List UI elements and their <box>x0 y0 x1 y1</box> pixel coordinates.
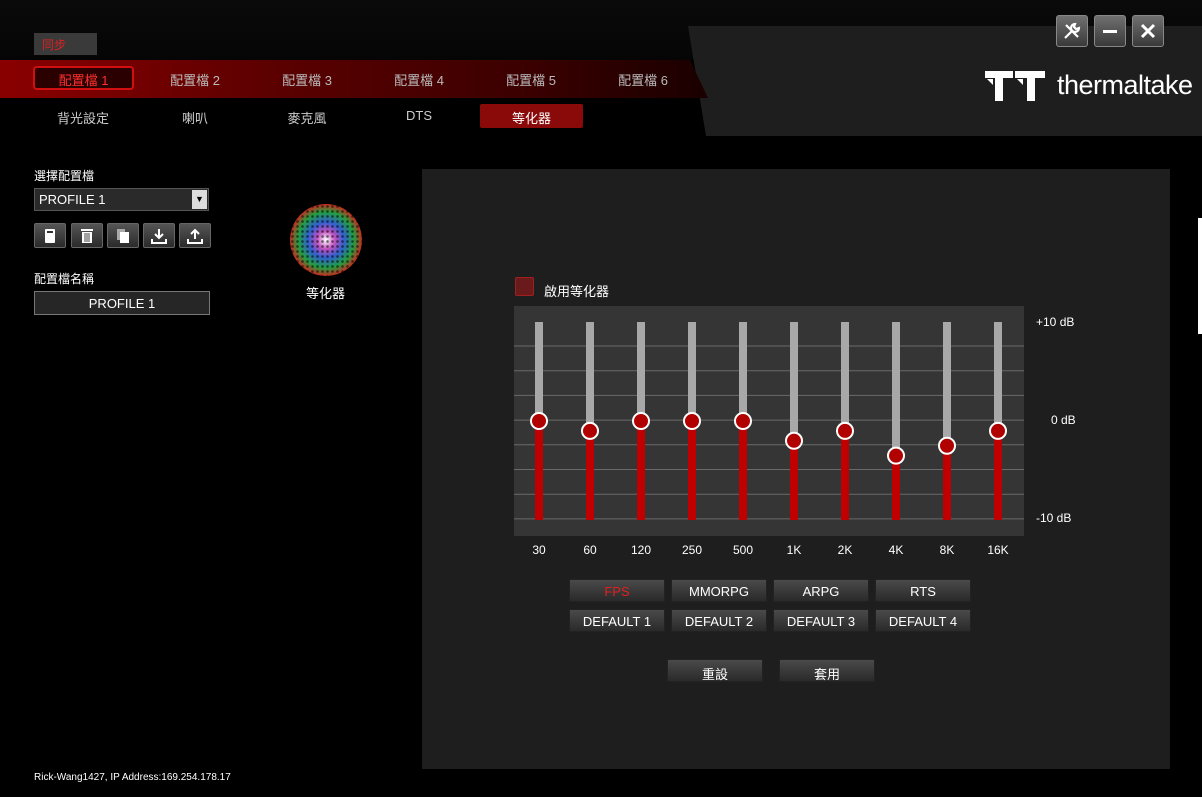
preset-arpg-button[interactable]: ARPG <box>773 579 869 602</box>
preset-default-4-button[interactable]: DEFAULT 4 <box>875 609 971 632</box>
eq-slider-fill <box>943 445 951 520</box>
tab-dts[interactable]: DTS <box>369 104 469 128</box>
enable-equalizer-checkbox[interactable] <box>515 277 534 296</box>
eq-slider-fill <box>841 430 849 520</box>
enable-equalizer-label: 啟用等化器 <box>544 284 610 299</box>
tab-profile-3[interactable]: 配置檔 3 <box>257 66 357 90</box>
eq-slider-knob-8k[interactable] <box>938 436 956 455</box>
tab-microphone[interactable]: 麥克風 <box>257 104 357 128</box>
tt-logo-icon <box>985 70 1047 101</box>
import-icon[interactable] <box>143 223 175 248</box>
close-icon[interactable] <box>1132 15 1164 47</box>
brand-logo: thermaltake <box>985 70 1193 101</box>
tab-lighting[interactable]: 背光設定 <box>33 104 133 128</box>
apply-button[interactable]: 套用 <box>779 659 875 682</box>
eq-slider-fill <box>790 440 798 520</box>
tab-profile-2[interactable]: 配置檔 2 <box>145 66 245 90</box>
eq-freq-label: 1K <box>786 543 802 557</box>
eq-slider-knob-1k[interactable] <box>785 431 803 450</box>
eq-freq-label: 4K <box>888 543 904 557</box>
chevron-down-icon[interactable]: ▼ <box>192 190 207 209</box>
eq-freq-label: 500 <box>732 543 754 557</box>
eq-slider-knob-250[interactable] <box>683 412 701 430</box>
eq-freq-label: 60 <box>583 543 597 557</box>
eq-slider-fill <box>688 421 696 520</box>
equalizer-sliders <box>514 322 1024 520</box>
eq-freq-label: 120 <box>630 543 652 557</box>
eq-slider-knob-500[interactable] <box>734 412 752 430</box>
eq-slider-knob-120[interactable] <box>632 412 650 430</box>
eq-slider-fill <box>892 455 900 520</box>
profile-name-label: 配置檔名稱 <box>34 272 95 286</box>
save-icon[interactable] <box>34 223 66 248</box>
brand-text: thermaltake <box>1057 70 1193 100</box>
eq-freq-label: 30 <box>532 543 546 557</box>
eq-slider-knob-2k[interactable] <box>836 421 854 440</box>
export-icon[interactable] <box>179 223 211 248</box>
eq-slider-fill <box>994 430 1002 520</box>
preset-default-3-button[interactable]: DEFAULT 3 <box>773 609 869 632</box>
tab-profile-5[interactable]: 配置檔 5 <box>481 66 581 90</box>
eq-slider-knob-4k[interactable] <box>887 446 905 465</box>
delete-icon[interactable] <box>71 223 103 248</box>
eq-freq-label: 250 <box>681 543 703 557</box>
window-edge <box>1198 218 1202 334</box>
eq-slider-fill <box>739 421 747 520</box>
db-min-label: -10 dB <box>1036 511 1072 525</box>
profile-select[interactable]: PROFILE 1 ▼ <box>34 188 209 211</box>
minimize-icon[interactable] <box>1094 15 1126 47</box>
tools-icon[interactable] <box>1056 15 1088 47</box>
preset-default-2-button[interactable]: DEFAULT 2 <box>671 609 767 632</box>
eq-slider-fill <box>637 421 645 520</box>
profile-select-value: PROFILE 1 <box>39 192 106 207</box>
profile-name-field[interactable]: PROFILE 1 <box>34 291 210 315</box>
eq-slider-knob-60[interactable] <box>581 421 599 440</box>
preset-mmorpg-button[interactable]: MMORPG <box>671 579 767 602</box>
eq-freq-label: 2K <box>837 543 853 557</box>
reset-button[interactable]: 重設 <box>667 659 763 682</box>
eq-freq-label: 16K <box>987 543 1009 557</box>
select-profile-label: 選擇配置檔 <box>34 169 95 183</box>
db-max-label: +10 dB <box>1036 315 1075 329</box>
eq-slider-fill <box>535 421 543 520</box>
eq-freq-label: 8K <box>939 543 955 557</box>
sync-button[interactable]: 同步 <box>34 33 97 55</box>
db-zero-label: 0 dB <box>1051 413 1076 427</box>
tab-profile-6[interactable]: 配置檔 6 <box>593 66 693 90</box>
preset-rts-button[interactable]: RTS <box>875 579 971 602</box>
tab-equalizer[interactable]: 等化器 <box>480 104 583 128</box>
equalizer-module-label: 等化器 <box>306 286 346 301</box>
tab-profile-1[interactable]: 配置檔 1 <box>33 66 134 90</box>
user-ip-status: Rick-Wang1427, IP Address:169.254.178.17 <box>34 772 231 783</box>
preset-default-1-button[interactable]: DEFAULT 1 <box>569 609 665 632</box>
tab-speaker[interactable]: 喇叭 <box>145 104 245 128</box>
preset-fps-button[interactable]: FPS <box>569 579 665 602</box>
equalizer-module-icon-texture <box>290 204 362 276</box>
tab-profile-4[interactable]: 配置檔 4 <box>369 66 469 90</box>
eq-slider-knob-16k[interactable] <box>989 421 1007 440</box>
eq-slider-fill <box>586 430 594 520</box>
copy-icon[interactable] <box>107 223 139 248</box>
eq-slider-knob-30[interactable] <box>530 412 548 430</box>
